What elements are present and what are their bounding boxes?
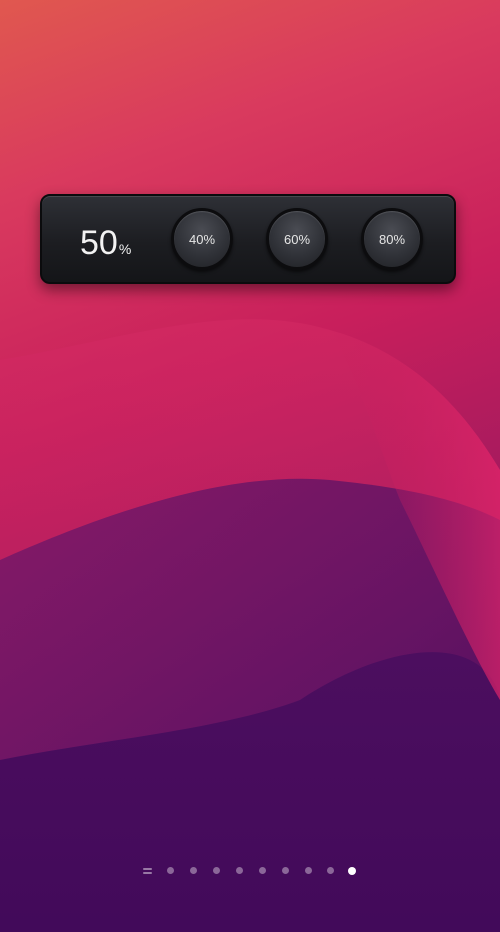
level-40-button[interactable]: 40% [171,208,233,270]
level-60-label: 60% [283,231,311,247]
list-icon[interactable] [143,867,152,875]
level-40-label: 40% [188,231,216,247]
battery-value: 50 [80,224,118,262]
page-dot[interactable] [213,867,220,874]
page-dot-active[interactable] [348,867,356,875]
page-indicator[interactable] [0,864,500,878]
battery-widget: 50% 40% 60% 80% [40,194,456,284]
level-80-button[interactable]: 80% [361,208,423,270]
page-dot[interactable] [327,867,334,874]
page-dot[interactable] [167,867,174,874]
page-dot[interactable] [236,867,243,874]
battery-readout: 50% [80,224,131,263]
page-dot[interactable] [305,867,312,874]
page-dot[interactable] [282,867,289,874]
page-dot[interactable] [259,867,266,874]
wallpaper [0,319,500,932]
battery-unit: % [118,241,132,257]
level-80-label: 80% [378,231,406,247]
page-dot[interactable] [190,867,197,874]
home-screen: 50% 40% 60% 80% [0,0,500,932]
level-60-button[interactable]: 60% [266,208,328,270]
